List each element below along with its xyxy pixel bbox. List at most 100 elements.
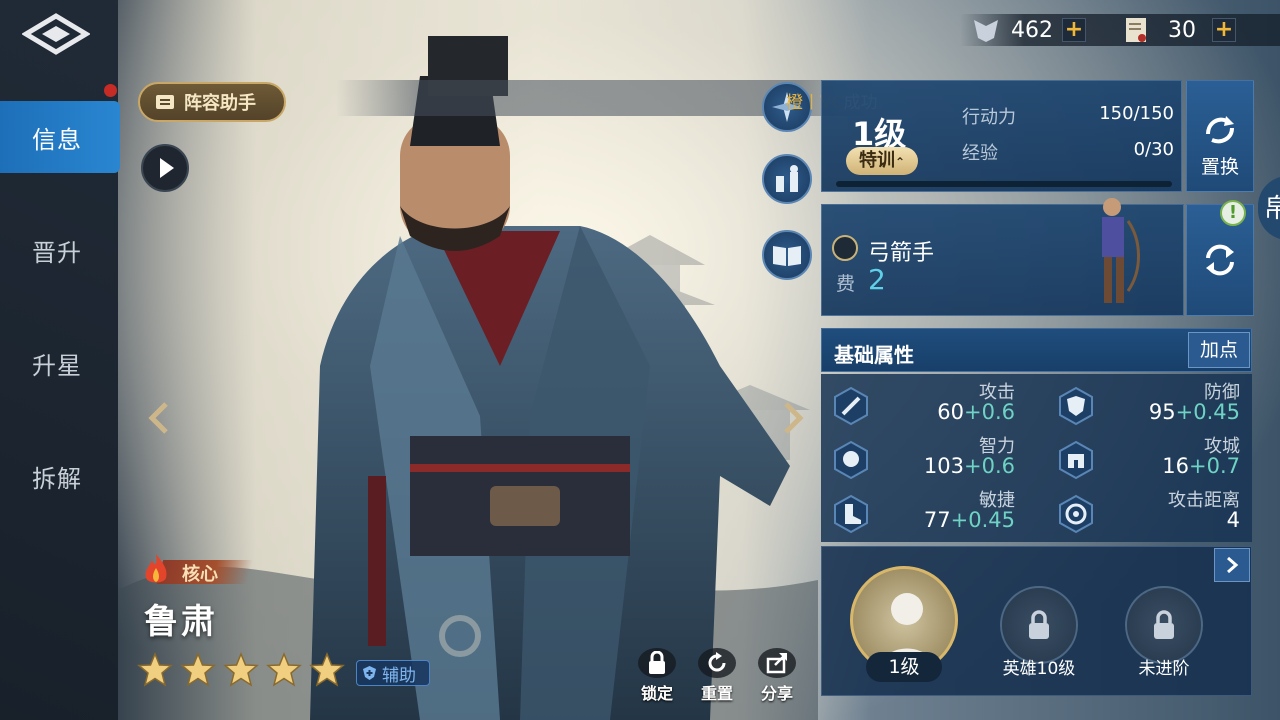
core-tag-label: 核心 — [182, 564, 218, 585]
star-icon — [309, 652, 345, 687]
experience-bar — [836, 181, 1172, 187]
sidebar-item-label: 晋升 — [32, 238, 82, 267]
replace-label: 置换 — [1200, 156, 1239, 178]
hero-portrait — [310, 36, 790, 720]
brain-icon — [834, 440, 868, 480]
attr-attack: 攻击 60+0.6 — [821, 378, 1021, 430]
attr-base: 60 — [937, 400, 964, 424]
sidebar-item-info[interactable]: 信息 — [0, 101, 120, 173]
scroll-icon — [1126, 18, 1146, 42]
sidebar-item-label: 信息 — [32, 125, 82, 154]
sidebar-item-label: 拆解 — [32, 464, 82, 493]
troop-type-icon — [832, 235, 858, 261]
lock-button[interactable]: 锁定 — [632, 648, 682, 704]
attr-agility: 敏捷 77+0.45 — [821, 486, 1021, 538]
skill-slot-locked[interactable] — [1000, 586, 1078, 664]
skill-slot-label: 英雄10级 — [1002, 659, 1076, 679]
attr-base: 77 — [923, 508, 951, 532]
skill-slot-label: 未进阶 — [1138, 659, 1190, 679]
attributes-grid: 攻击 60+0.6 防御 95+0.45 智力 103+0.6 攻城 16+0.… — [821, 374, 1252, 542]
main-skill-level: 1级 — [866, 652, 942, 682]
add-resource-button[interactable]: + — [1062, 18, 1086, 42]
shield-plus-icon — [363, 666, 376, 680]
star-icon — [266, 652, 302, 687]
attr-value: 95+0.45 — [1149, 400, 1240, 424]
attr-base: 95 — [1148, 400, 1176, 424]
sidebar-item-promote[interactable]: 晋升 — [0, 214, 118, 286]
reset-label: 重置 — [700, 684, 733, 703]
castle-icon — [1059, 440, 1093, 480]
sidebar-item-disassemble[interactable]: 拆解 — [0, 440, 118, 512]
attr-siege: 攻城 16+0.7 — [1046, 432, 1246, 484]
troop-panel: 弓箭手 费 2 — [821, 198, 1184, 316]
chess-pieces-icon — [776, 165, 798, 192]
lineup-helper-button[interactable]: 阵容助手 — [138, 82, 286, 122]
lock-icon — [1154, 610, 1174, 639]
stat-key: 经验 — [962, 143, 998, 164]
share-button[interactable]: 分享 — [752, 648, 802, 704]
attr-bonus: +0.7 — [1189, 454, 1240, 478]
sidebar-item-star-up[interactable]: 升星 — [0, 327, 118, 399]
hero-name: 鲁肃 — [144, 602, 218, 642]
attr-base: 4 — [1226, 508, 1240, 532]
skill-slot-locked[interactable] — [1125, 586, 1203, 664]
chevron-up-icon: ⌃ — [894, 155, 906, 169]
role-label: 辅助 — [382, 665, 416, 686]
archer-figure — [1102, 198, 1140, 303]
core-tag: 核心 — [140, 554, 254, 586]
add-resource-button[interactable]: + — [1212, 18, 1236, 42]
lock-icon — [1029, 610, 1049, 639]
skills-next-button[interactable] — [1214, 548, 1250, 582]
lock-icon — [649, 651, 665, 674]
star-icon — [180, 652, 216, 687]
role-tag: 辅助 — [356, 660, 430, 686]
attr-value: 77+0.45 — [924, 508, 1015, 532]
stamina-row: 行动力 150/150 — [962, 103, 1174, 129]
attr-value: 103+0.6 — [924, 454, 1015, 478]
back-logo-icon[interactable] — [22, 12, 90, 56]
open-book-icon — [773, 246, 801, 266]
reset-icon — [708, 652, 726, 672]
replace-button[interactable]: 置换 — [1186, 80, 1254, 192]
resource-scroll: 30 + — [1120, 14, 1236, 46]
notification-dot — [104, 84, 117, 97]
attr-bonus: +0.6 — [964, 454, 1015, 478]
range-icon — [1059, 494, 1093, 534]
chess-button[interactable] — [762, 154, 812, 204]
stat-key: 行动力 — [962, 107, 1016, 128]
book-icon — [156, 95, 174, 109]
share-icon — [766, 653, 787, 674]
add-points-button[interactable]: 加点 — [1188, 332, 1250, 368]
biography-button[interactable] — [762, 230, 812, 280]
reset-button[interactable]: 重置 — [692, 648, 742, 704]
attr-intelligence: 智力 103+0.6 — [821, 432, 1021, 484]
replace-icon — [1206, 116, 1234, 144]
alert-badge: ! — [1220, 200, 1246, 226]
attributes-title: 基础属性 — [834, 343, 914, 367]
cost-value: 2 — [868, 263, 886, 296]
attr-base: 103 — [923, 454, 964, 478]
cost-label: 费 — [836, 273, 856, 295]
experience-row: 经验 0/30 — [962, 139, 1174, 165]
attr-value: 60+0.6 — [937, 400, 1015, 424]
special-training-button[interactable]: 特训⌃ — [846, 147, 918, 175]
attr-defense: 防御 95+0.45 — [1046, 378, 1246, 430]
attr-bonus: +0.45 — [950, 508, 1015, 532]
sword-icon — [834, 386, 868, 426]
play-voice-button[interactable] — [141, 144, 189, 192]
swap-icon — [1206, 244, 1234, 276]
sidebar-item-label: 升星 — [32, 351, 82, 380]
resource-value: 30 — [1168, 17, 1196, 43]
star-rating — [137, 652, 345, 688]
chevron-right-icon — [1227, 556, 1239, 574]
prev-hero-arrow-icon[interactable] — [144, 398, 176, 438]
resource-value: 462 — [1011, 17, 1053, 43]
next-hero-arrow-icon[interactable] — [776, 398, 808, 438]
lock-label: 锁定 — [640, 684, 673, 703]
attr-base: 16 — [1162, 454, 1189, 478]
stat-value: 150/150 — [1099, 103, 1174, 124]
swap-troop-button[interactable] — [1186, 204, 1254, 316]
level-panel: 1级 特训⌃ 行动力 150/150 经验 0/30 — [821, 80, 1182, 192]
boot-icon — [834, 494, 868, 534]
play-icon — [160, 158, 174, 178]
